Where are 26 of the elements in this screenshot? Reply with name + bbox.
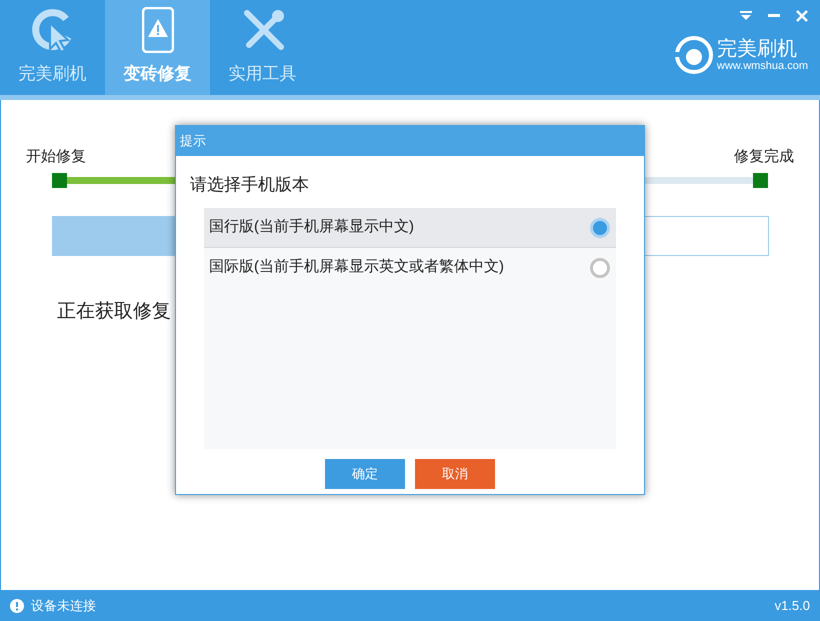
radio-button[interactable]: [590, 218, 610, 238]
brand-name: 完美刷机: [716, 38, 798, 58]
dialog-prompt: 请选择手机版本: [190, 175, 309, 194]
logo-icon: [674, 36, 713, 74]
step-label: 修复完成: [734, 147, 794, 167]
step-marker: [52, 172, 67, 188]
dialog-button[interactable]: 取消: [415, 459, 495, 489]
phone-warning-icon: [142, 6, 174, 52]
warning-icon: [10, 598, 24, 612]
step-label: 开始修复: [26, 147, 86, 167]
radio-button[interactable]: [590, 258, 610, 278]
nav-tab[interactable]: 实用工具: [210, 0, 315, 95]
dialog-button[interactable]: 确定: [325, 459, 405, 489]
nav-tab[interactable]: 变砖修复: [105, 0, 210, 95]
minimize-icon[interactable]: [768, 14, 780, 18]
dialog-title: 提示: [180, 132, 206, 150]
step-marker: [753, 172, 768, 188]
radio-option[interactable]: 国行版(当前手机屏幕显示中文): [204, 208, 616, 248]
connection-status: 设备未连接: [31, 596, 96, 615]
version-label: v1.5.0: [774, 596, 810, 615]
brand-url: www.wmshua.com: [716, 60, 808, 72]
status-message: 正在获取修复: [57, 300, 171, 322]
dropdown-icon[interactable]: [740, 11, 752, 21]
close-icon[interactable]: [796, 10, 808, 22]
nav-tab[interactable]: 完美刷机: [0, 0, 105, 95]
radio-option[interactable]: 国际版(当前手机屏幕显示英文或者繁体中文): [204, 248, 616, 288]
